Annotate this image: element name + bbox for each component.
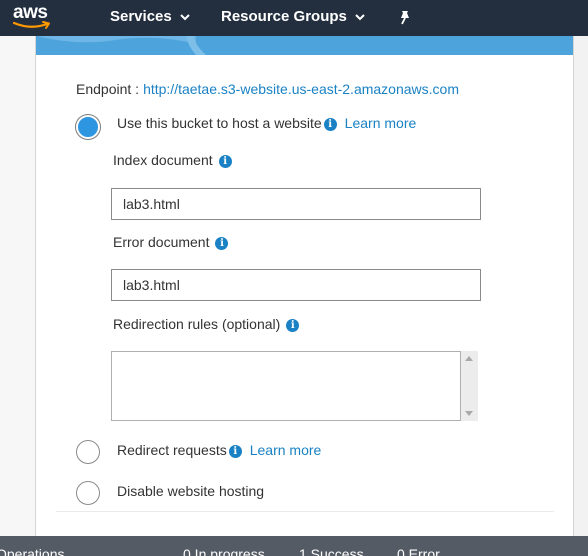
error-count[interactable]: 0 Error	[397, 546, 440, 556]
left-background	[0, 36, 35, 536]
redirect-requests-label: Redirect requests	[117, 442, 227, 458]
redirect-requests-option: Redirect requests i Learn more	[117, 442, 321, 458]
redirect-requests-learn-more-link[interactable]: Learn more	[250, 442, 322, 458]
info-icon[interactable]: i	[215, 237, 229, 250]
top-navbar: aws Services Resource Groups	[0, 0, 588, 36]
services-label: Services	[110, 8, 172, 25]
host-website-option: Use this bucket to host a website i Learn …	[117, 115, 416, 131]
panel-banner	[36, 36, 573, 55]
host-website-learn-more-link[interactable]: Learn more	[345, 115, 417, 131]
operations-label[interactable]: Operations	[0, 546, 64, 556]
success-count[interactable]: 1 Success	[299, 546, 364, 556]
chevron-down-icon	[180, 0, 190, 34]
redirection-rules-scrollbar[interactable]	[461, 351, 478, 421]
scroll-down-arrow-icon[interactable]	[465, 411, 473, 416]
in-progress-count[interactable]: 0 In progress	[183, 546, 265, 556]
banner-decoration	[36, 36, 206, 55]
info-icon[interactable]: i	[286, 319, 300, 332]
host-website-label: Use this bucket to host a website	[117, 115, 322, 131]
chevron-down-icon	[355, 0, 365, 34]
error-document-label: Error document	[113, 234, 210, 250]
panel-divider	[56, 511, 554, 512]
error-document-input[interactable]: lab3.html	[111, 269, 481, 301]
redirection-rules-label: Redirection rules (optional)	[113, 316, 281, 332]
disable-hosting-radio[interactable]	[76, 481, 100, 505]
index-document-input[interactable]: lab3.html	[111, 188, 481, 220]
disable-hosting-option: Disable website hosting	[117, 483, 264, 499]
aws-smile-icon	[13, 21, 50, 29]
redirect-requests-radio[interactable]	[76, 440, 100, 464]
redirection-rules-textarea[interactable]	[111, 351, 461, 421]
resource-groups-label: Resource Groups	[221, 8, 347, 25]
aws-logo[interactable]: aws	[13, 2, 55, 32]
index-document-label-row: Index document i	[113, 152, 232, 168]
pin-icon[interactable]	[398, 10, 412, 26]
operations-statusbar[interactable]: Operations 0 In progress 1 Success 0 Err…	[0, 536, 588, 556]
disable-hosting-label: Disable website hosting	[117, 483, 265, 499]
static-website-hosting-panel: Endpoint : http://taetae.s3-website.us-ea…	[35, 36, 574, 536]
right-scroll-gutter	[574, 36, 588, 536]
scroll-up-arrow-icon[interactable]	[465, 356, 473, 361]
endpoint-label: Endpoint :	[76, 81, 140, 97]
info-icon[interactable]: i	[228, 445, 242, 458]
endpoint-line: Endpoint : http://taetae.s3-website.us-ea…	[76, 81, 459, 97]
info-icon[interactable]: i	[218, 155, 232, 168]
index-document-label: Index document	[113, 152, 213, 168]
info-icon[interactable]: i	[323, 118, 337, 131]
endpoint-link[interactable]: http://taetae.s3-website.us-east-2.amazo…	[143, 81, 459, 97]
error-document-label-row: Error document i	[113, 234, 229, 250]
host-website-radio[interactable]	[76, 115, 100, 139]
redirection-rules-label-row: Redirection rules (optional) i	[113, 316, 300, 332]
services-menu[interactable]: Services	[110, 0, 190, 36]
resource-groups-menu[interactable]: Resource Groups	[221, 0, 365, 36]
